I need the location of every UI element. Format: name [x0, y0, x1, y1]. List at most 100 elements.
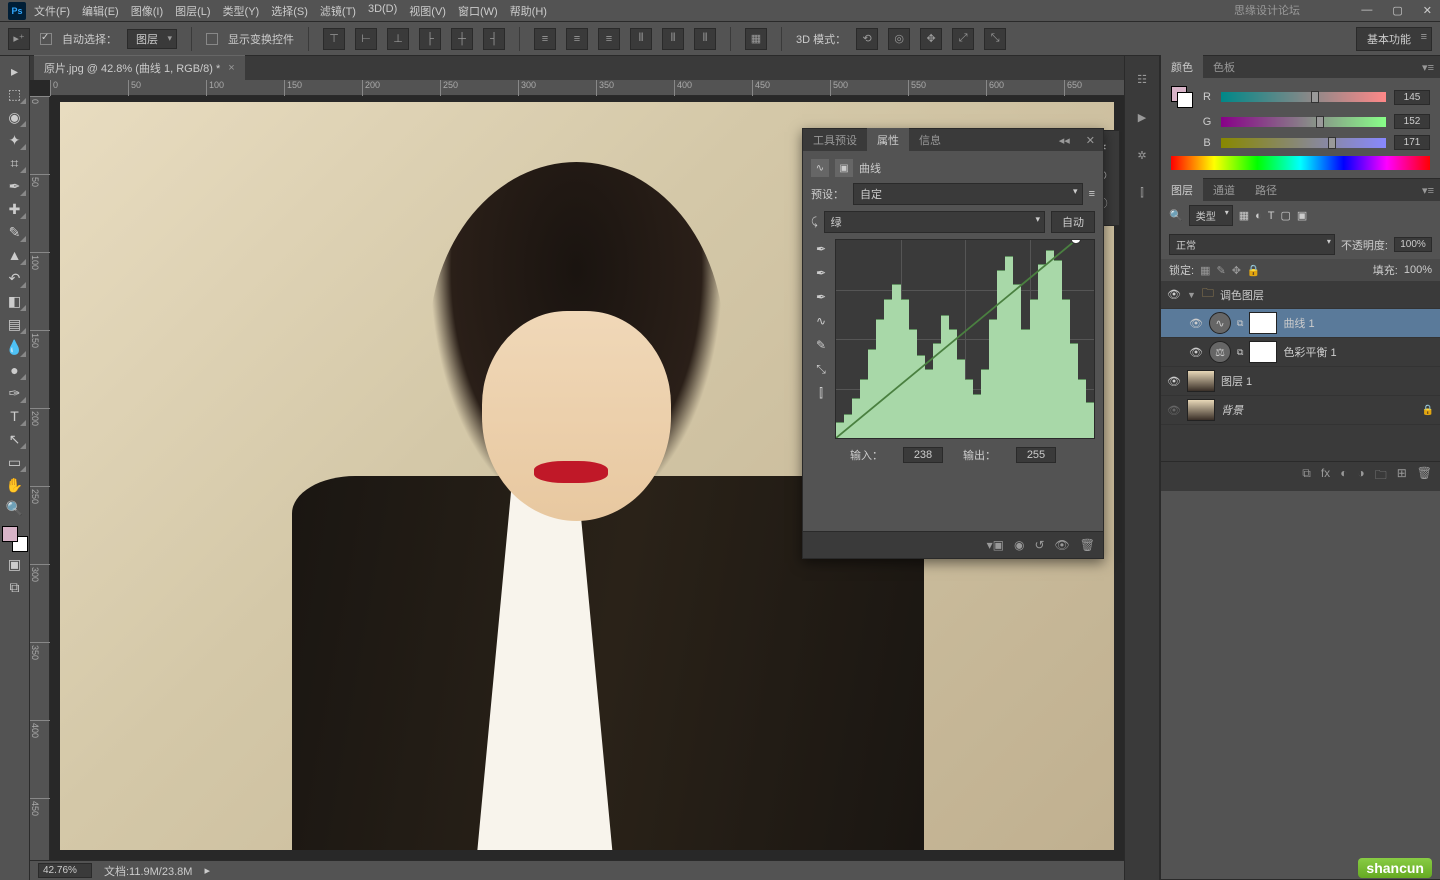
group-toggle-icon[interactable]: ▼: [1187, 290, 1196, 300]
heal-tool[interactable]: ✚: [3, 198, 27, 220]
mask-icon[interactable]: ◐: [1340, 466, 1347, 487]
link-icon[interactable]: ⧉: [1237, 318, 1243, 329]
clip-to-layer-icon[interactable]: ▾▣: [987, 538, 1004, 552]
lock-all-icon[interactable]: 🔒: [1247, 264, 1261, 277]
align-top-icon[interactable]: ⊤: [323, 28, 345, 50]
menu-window[interactable]: 窗口(W): [458, 3, 498, 19]
3d-pan-icon[interactable]: ✥: [920, 28, 942, 50]
auto-select-checkbox[interactable]: [40, 33, 52, 45]
tab-properties[interactable]: 属性: [867, 128, 909, 152]
view-previous-icon[interactable]: ◉: [1014, 538, 1024, 552]
r-slider[interactable]: [1221, 92, 1386, 102]
align-right-icon[interactable]: ┤: [483, 28, 505, 50]
layer-mask[interactable]: [1249, 341, 1277, 363]
crop-tool[interactable]: ⌗: [3, 152, 27, 174]
panel-close-icon[interactable]: ✕: [1078, 134, 1103, 147]
b-value[interactable]: 171: [1394, 135, 1430, 150]
show-transform-checkbox[interactable]: [206, 33, 218, 45]
link-layers-icon[interactable]: ⧉: [1302, 466, 1311, 487]
collapse-icon[interactable]: ◂◂: [1051, 134, 1078, 147]
menu-view[interactable]: 视图(V): [409, 3, 446, 19]
gradient-tool[interactable]: ▤: [3, 313, 27, 335]
auto-button[interactable]: 自动: [1051, 211, 1095, 233]
doc-size-chevron-icon[interactable]: ▸: [204, 864, 210, 877]
r-value[interactable]: 145: [1394, 90, 1430, 105]
menu-type[interactable]: 类型(Y): [223, 3, 260, 19]
hand-tool[interactable]: ✋: [3, 474, 27, 496]
workspace-selector[interactable]: 基本功能: [1356, 27, 1432, 51]
close-icon[interactable]: ✕: [1423, 4, 1432, 17]
3d-scale-icon[interactable]: ⤡: [984, 28, 1006, 50]
brush-tool[interactable]: ✎: [3, 221, 27, 243]
panel-menu-icon[interactable]: ▾≡: [1416, 61, 1440, 74]
menu-help[interactable]: 帮助(H): [510, 3, 547, 19]
layer-thumb[interactable]: [1187, 399, 1215, 421]
stamp-tool[interactable]: ▲: [3, 244, 27, 266]
color-spectrum[interactable]: [1171, 156, 1430, 170]
lasso-tool[interactable]: ◉: [3, 106, 27, 128]
move-tool[interactable]: ▸: [3, 60, 27, 82]
quickmask-tool[interactable]: ▣: [3, 553, 27, 575]
tab-swatches[interactable]: 色板: [1203, 55, 1245, 79]
zoom-tool[interactable]: 🔍: [3, 497, 27, 519]
visibility-icon[interactable]: 👁: [1167, 404, 1181, 417]
wand-tool[interactable]: ✦: [3, 129, 27, 151]
color-bg-swatch[interactable]: [1177, 92, 1193, 108]
menu-edit[interactable]: 编辑(E): [82, 3, 119, 19]
type-tool[interactable]: T: [3, 405, 27, 427]
history-brush-tool[interactable]: ↶: [3, 267, 27, 289]
g-value[interactable]: 152: [1394, 114, 1430, 129]
menu-select[interactable]: 选择(S): [271, 3, 308, 19]
dodge-tool[interactable]: ●: [3, 359, 27, 381]
lock-transparent-icon[interactable]: ▦: [1200, 264, 1210, 277]
tab-tool-presets[interactable]: 工具预设: [803, 128, 867, 152]
layer-1[interactable]: 👁 图层 1: [1161, 367, 1440, 396]
align-bottom-icon[interactable]: ⊥: [387, 28, 409, 50]
visibility-icon[interactable]: 👁: [1189, 346, 1203, 359]
toggle-visibility-icon[interactable]: 👁: [1055, 538, 1070, 552]
preset-dropdown[interactable]: 自定: [853, 183, 1083, 205]
pen-tool[interactable]: ✑: [3, 382, 27, 404]
marquee-tool[interactable]: ⬚: [3, 83, 27, 105]
distribute-5-icon[interactable]: ⦀: [662, 28, 684, 50]
layer-mask[interactable]: [1249, 312, 1277, 334]
lock-pixels-icon[interactable]: ✎: [1216, 264, 1225, 277]
distribute-1-icon[interactable]: ≡: [534, 28, 556, 50]
history-icon[interactable]: ☷: [1131, 68, 1153, 90]
compass-icon[interactable]: ✲: [1131, 144, 1153, 166]
3d-slide-icon[interactable]: ⤢: [952, 28, 974, 50]
play-icon[interactable]: ▶: [1131, 106, 1153, 128]
align-vcenter-icon[interactable]: ⊢: [355, 28, 377, 50]
trash-icon[interactable]: 🗑: [1417, 466, 1432, 487]
draw-curve-icon[interactable]: ✎: [811, 335, 831, 355]
tab-paths[interactable]: 路径: [1245, 178, 1287, 202]
distribute-3-icon[interactable]: ≡: [598, 28, 620, 50]
blend-mode[interactable]: 正常: [1169, 234, 1335, 255]
tab-channels[interactable]: 通道: [1203, 178, 1245, 202]
filter-img-icon[interactable]: ▦: [1239, 209, 1249, 222]
opacity-value[interactable]: 100%: [1394, 237, 1432, 252]
eyedropper-tool[interactable]: ✒: [3, 175, 27, 197]
menu-file[interactable]: 文件(F): [34, 3, 70, 19]
filter-adj-icon[interactable]: ◐: [1255, 210, 1262, 222]
distribute-2-icon[interactable]: ≡: [566, 28, 588, 50]
document-tab[interactable]: 原片.jpg @ 42.8% (曲线 1, RGB/8) * ×: [34, 55, 245, 80]
lock-position-icon[interactable]: ✥: [1232, 264, 1241, 277]
reset-icon[interactable]: ↺: [1034, 538, 1044, 552]
distribute-6-icon[interactable]: ⦀: [694, 28, 716, 50]
layer-filter-type[interactable]: 类型: [1189, 205, 1233, 226]
g-slider[interactable]: [1221, 117, 1386, 127]
layers-menu-icon[interactable]: ▾≡: [1416, 184, 1440, 197]
eraser-tool[interactable]: ◧: [3, 290, 27, 312]
channel-target-icon[interactable]: ⤹: [811, 216, 818, 229]
shape-tool[interactable]: ▭: [3, 451, 27, 473]
blur-tool[interactable]: 💧: [3, 336, 27, 358]
preset-menu-icon[interactable]: ≡: [1089, 188, 1095, 200]
tab-color[interactable]: 颜色: [1161, 55, 1203, 79]
auto-select-target[interactable]: 图层: [127, 29, 177, 49]
eyedropper-black-icon[interactable]: ✒: [811, 239, 831, 259]
color-swatches[interactable]: [2, 526, 28, 552]
group-icon[interactable]: 🗀: [1375, 466, 1387, 487]
foreground-color[interactable]: [2, 526, 18, 542]
eyedropper-white-icon[interactable]: ✒: [811, 287, 831, 307]
